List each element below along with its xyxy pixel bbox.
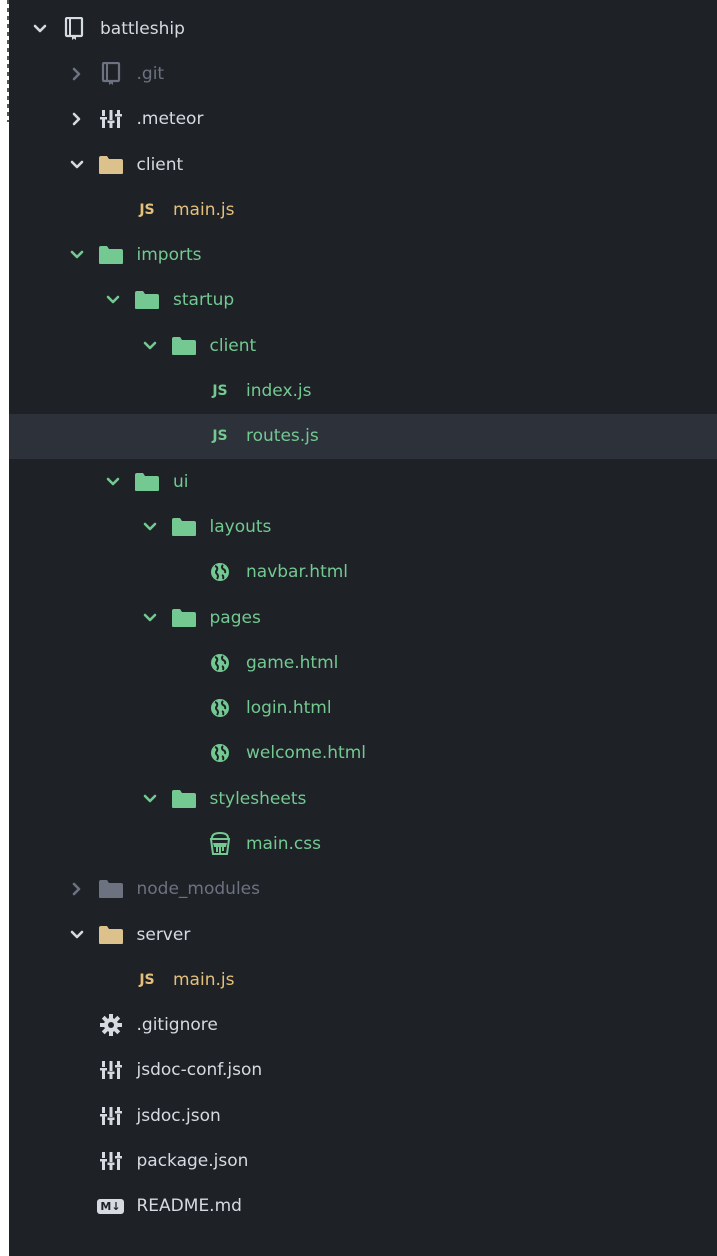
tree-item-label: jsdoc.json <box>136 1105 221 1126</box>
tree-item[interactable]: pages <box>9 595 717 640</box>
gear-icon <box>98 1013 124 1037</box>
folder-icon <box>98 153 124 177</box>
tree-item[interactable]: server <box>9 912 717 957</box>
tree-item[interactable]: main.css <box>9 821 717 866</box>
tree-item[interactable]: client <box>9 323 717 368</box>
tree-item-label: .gitignore <box>136 1015 218 1036</box>
chevron-down-icon[interactable] <box>70 248 84 262</box>
left-edge-strip <box>0 0 9 1256</box>
chevron-right-icon[interactable] <box>70 112 84 126</box>
markdown-icon: M↓ <box>97 1194 124 1218</box>
tree-item-label: main.js <box>173 199 235 220</box>
tree-item-label: imports <box>136 245 202 266</box>
repo-icon <box>98 61 124 86</box>
js-file-icon: JS <box>212 383 228 400</box>
chevron-down-icon[interactable] <box>143 339 157 353</box>
tree-item-label: main.js <box>173 969 235 990</box>
tree-item[interactable]: navbar.html <box>9 550 717 595</box>
tree-item-label: welcome.html <box>246 743 366 764</box>
tree-item-label: client <box>136 154 184 175</box>
tree-item-label: .git <box>136 63 165 84</box>
chevron-down-icon[interactable] <box>106 475 120 489</box>
globe-icon <box>207 560 233 584</box>
tree-item-label: battleship <box>100 18 185 39</box>
js-file-icon: JS <box>212 428 228 445</box>
tree-item[interactable]: JS routes.js <box>9 413 717 459</box>
repo-icon <box>61 16 87 41</box>
globe-icon <box>207 651 233 675</box>
tree-item[interactable]: jsdoc-conf.json <box>9 1048 717 1093</box>
file-tree: battleship .git .meteor client JS main.js impo… <box>9 6 717 1229</box>
tree-item[interactable]: .gitignore <box>9 1003 717 1048</box>
chevron-down-icon[interactable] <box>143 520 157 534</box>
folder-icon <box>134 470 160 494</box>
tree-item-label: client <box>209 335 257 356</box>
tree-item-label: pages <box>209 607 261 628</box>
chevron-down-icon[interactable] <box>143 611 157 625</box>
chevron-down-icon[interactable] <box>70 928 84 942</box>
chevron-down-icon[interactable] <box>106 293 120 307</box>
tree-item-label: game.html <box>246 652 339 673</box>
folder-icon <box>171 515 197 539</box>
tree-item[interactable]: .meteor <box>9 97 717 142</box>
tree-item[interactable]: .git <box>9 51 717 96</box>
tree-item-label: main.css <box>246 833 321 854</box>
tree-item[interactable]: battleship <box>9 6 717 51</box>
tree-item[interactable]: M↓ README.md <box>9 1184 717 1229</box>
globe-icon <box>207 741 233 765</box>
settings-file-icon <box>98 107 124 131</box>
chevron-right-icon[interactable] <box>70 67 84 81</box>
tree-item-label: README.md <box>136 1196 242 1217</box>
tree-item-label: node_modules <box>136 879 261 900</box>
tree-item[interactable]: game.html <box>9 640 717 685</box>
chevron-down-icon[interactable] <box>70 158 84 172</box>
tree-item-label: startup <box>173 290 235 311</box>
tree-item-label: .meteor <box>136 109 204 130</box>
tree-item-label: ui <box>173 471 189 492</box>
tree-item[interactable]: imports <box>9 232 717 277</box>
tree-item-label: layouts <box>209 516 272 537</box>
settings-file-icon <box>98 1058 124 1082</box>
tree-item-label: package.json <box>136 1151 249 1172</box>
tree-item[interactable]: welcome.html <box>9 731 717 776</box>
tree-item-label: routes.js <box>246 426 319 447</box>
folder-icon <box>98 923 124 947</box>
settings-file-icon <box>98 1149 124 1173</box>
tree-item[interactable]: login.html <box>9 685 717 730</box>
tree-item[interactable]: node_modules <box>9 867 717 912</box>
tree-item-label: navbar.html <box>246 562 349 583</box>
folder-icon <box>171 606 197 630</box>
tree-item[interactable]: JS main.js <box>9 957 717 1002</box>
tree-item[interactable]: JS main.js <box>9 187 717 232</box>
settings-file-icon <box>98 1104 124 1128</box>
folder-icon <box>171 334 197 358</box>
folder-icon <box>98 877 124 901</box>
chevron-right-icon[interactable] <box>70 882 84 896</box>
css-bucket-icon <box>207 831 233 856</box>
tree-item-label: stylesheets <box>209 788 307 809</box>
tree-item[interactable]: JS index.js <box>9 368 717 413</box>
tree-item-label: index.js <box>246 381 312 402</box>
tree-item-label: login.html <box>246 698 332 719</box>
tree-item[interactable]: startup <box>9 278 717 323</box>
tree-item[interactable]: stylesheets <box>9 776 717 821</box>
tree-item[interactable]: layouts <box>9 504 717 549</box>
tree-item-label: server <box>136 924 191 945</box>
tree-item[interactable]: ui <box>9 459 717 504</box>
js-file-icon: JS <box>139 201 155 218</box>
folder-icon <box>134 288 160 312</box>
chevron-down-icon[interactable] <box>33 22 47 36</box>
tree-item[interactable]: jsdoc.json <box>9 1093 717 1138</box>
tree-item-label: jsdoc-conf.json <box>136 1060 263 1081</box>
js-file-icon: JS <box>139 971 155 988</box>
chevron-down-icon[interactable] <box>143 792 157 806</box>
globe-icon <box>207 696 233 720</box>
folder-icon <box>171 787 197 811</box>
tree-item[interactable]: client <box>9 142 717 187</box>
tree-item[interactable]: package.json <box>9 1138 717 1183</box>
folder-icon <box>98 243 124 267</box>
